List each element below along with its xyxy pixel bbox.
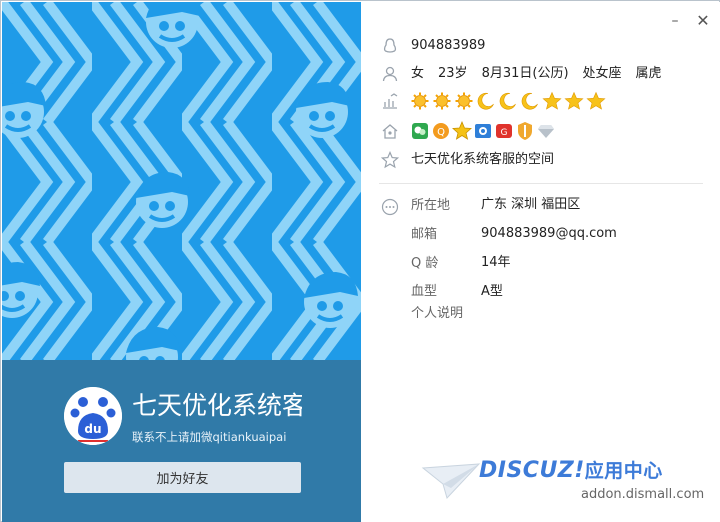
wechat-badge-icon[interactable] [412, 123, 428, 139]
gender: 女 [411, 66, 425, 81]
qq-age-label: Q 龄 [411, 256, 439, 271]
age: 23岁 [438, 66, 468, 81]
level-moon-icon [477, 92, 494, 110]
level-sun-icon [455, 92, 473, 110]
qq-age-value: 14年 [481, 255, 511, 270]
watermark-brand: DISCUZ!应用中心 [479, 456, 663, 483]
avatar-text: du [84, 422, 101, 436]
shield-badge-icon[interactable] [518, 122, 532, 140]
watermark-url: addon.dismall.com [581, 487, 705, 502]
coin-badge-icon[interactable]: Q [433, 123, 449, 139]
svg-text:G: G [501, 128, 508, 138]
profile-right-panel: – ✕ 904883989 女 23岁 8月31日(公历) 处女座 属虎 Q G… [361, 2, 720, 522]
profile-left-panel: du 七天优化系统客服 联系不上请加微qitiankuaipai 加为好友 [2, 2, 361, 522]
level-star-icon [542, 91, 562, 110]
close-button[interactable]: ✕ [693, 12, 713, 30]
level-chart-icon [383, 93, 398, 109]
level-sun-icon [433, 92, 451, 110]
penguin-icon [383, 38, 397, 53]
blood-type-label: 血型 [411, 284, 438, 299]
nickname: 七天优化系统客服 [132, 391, 302, 420]
personal-note-label: 个人说明 [411, 306, 464, 321]
watermark-brand-text: DISCUZ! [479, 458, 585, 483]
home-icon [382, 124, 398, 139]
blood-type-value: A型 [481, 284, 503, 299]
baidu-paw-icon: du [64, 387, 122, 445]
minimize-button[interactable]: – [665, 12, 685, 30]
email-value: 904883989@qq.com [481, 226, 617, 241]
contact-note: 联系不上请加微qitiankuaipai [132, 430, 287, 444]
zodiac: 属虎 [635, 66, 662, 81]
qq-number: 904883989 [411, 38, 486, 53]
cover-pattern [2, 2, 361, 360]
star-badge-icon[interactable] [452, 121, 472, 140]
profile-card: du 七天优化系统客服 联系不上请加微qitiankuaipai 加为好友 – … [0, 0, 720, 522]
star-outline-icon [381, 151, 399, 169]
level-icons[interactable] [411, 90, 611, 112]
more-icon[interactable] [381, 198, 399, 216]
level-star-icon [564, 91, 584, 110]
badge-icons[interactable]: Q G [411, 121, 571, 141]
diamond-badge-icon[interactable] [538, 125, 554, 138]
camera-badge-icon[interactable] [475, 124, 491, 138]
location-value: 广东 深圳 福田区 [481, 197, 581, 212]
constellation: 处女座 [582, 66, 622, 81]
identity-panel: du 七天优化系统客服 联系不上请加微qitiankuaipai 加为好友 [2, 360, 361, 522]
level-sun-icon [411, 92, 429, 110]
divider [379, 183, 703, 184]
email-label: 邮箱 [411, 227, 438, 242]
level-moon-icon [521, 92, 538, 110]
person-icon [382, 66, 398, 82]
location-label: 所在地 [411, 198, 451, 213]
level-moon-icon [499, 92, 516, 110]
signature: 七天优化系统客服的空间 [411, 152, 555, 167]
level-star-icon [586, 91, 606, 110]
avatar[interactable]: du [64, 387, 122, 445]
paper-plane-icon [421, 463, 481, 499]
add-friend-button[interactable]: 加为好友 [64, 462, 301, 493]
watermark-brand-cn: 应用中心 [584, 460, 663, 482]
svg-text:Q: Q [437, 127, 445, 138]
game-badge-icon[interactable]: G [496, 124, 512, 138]
birthday: 8月31日(公历) [481, 66, 569, 81]
